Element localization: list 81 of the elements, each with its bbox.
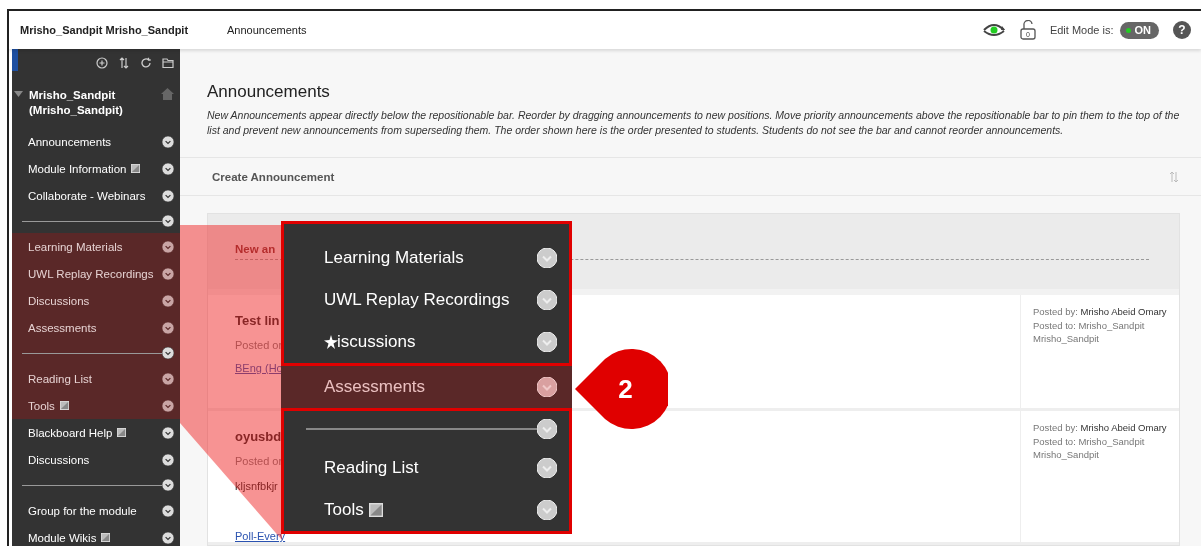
posted-on-text: Posted or (235, 339, 283, 351)
sidebar-link[interactable]: Assessments (28, 321, 97, 334)
sidebar-item[interactable]: Module Wikis (12, 524, 180, 546)
chevron-icon[interactable] (162, 399, 174, 412)
sidebar-item[interactable]: Assessments (12, 314, 180, 341)
sidebar-course-title[interactable]: Mrisho_Sandpit (Mrisho_Sandpit) (29, 88, 161, 118)
sidebar-item[interactable]: Collaborate - Webinars (12, 182, 180, 209)
sidebar-item[interactable]: Learning Materials (12, 233, 180, 260)
chevron-icon[interactable] (162, 267, 174, 280)
page-description: New Announcements appear directly below the repositionable bar. Reorder by dragging announcements to new positions. Move priority announcements above the repositionable bar to pin them to the top of the list and prevent new announcements from superseding them. The order shown here is the order presented to students. Students do not see the bar and cannot reorder announcements. (207, 108, 1181, 138)
sidebar-link[interactable]: Collaborate - Webinars (28, 189, 146, 202)
sidebar-link[interactable]: UWL Replay Recordings (28, 267, 154, 280)
sidebar-item[interactable]: Blackboard Help (12, 419, 180, 446)
chevron-icon[interactable] (162, 372, 174, 385)
posted-to-text: Posted to: Mrisho_Sandpit Mrisho_Sandpit (1033, 318, 1146, 346)
caret-icon[interactable] (14, 91, 23, 97)
chevron-icon[interactable] (162, 453, 174, 466)
sort-icon[interactable] (118, 57, 130, 69)
breadcrumb[interactable]: Announcements (227, 24, 982, 36)
step-badge: 2 (575, 347, 668, 431)
sidebar-item[interactable]: Reading List (12, 365, 180, 392)
menu-item[interactable]: Reading List (284, 446, 569, 489)
course-title[interactable]: Mrisho_Sandpit Mrisho_Sandpit (20, 24, 227, 36)
chevron-icon[interactable] (162, 531, 174, 544)
accent-bar (12, 49, 18, 71)
sidebar-link[interactable]: Learning Materials (28, 240, 123, 253)
create-announcement-button[interactable]: Create Announcement (212, 170, 1169, 183)
edit-mode-toggle[interactable]: ON (1119, 21, 1159, 39)
sidebar-link[interactable]: Module Information (28, 162, 127, 175)
sidebar-link[interactable]: Discussions (28, 294, 90, 307)
page-title: Announcements (207, 82, 331, 102)
chevron-icon[interactable] (162, 504, 174, 517)
menu-item[interactable]: iscussions (284, 321, 569, 364)
square-icon (368, 502, 383, 517)
chevron-icon[interactable] (162, 135, 174, 148)
menu-item[interactable]: Learning Materials (284, 237, 569, 280)
sidebar-item[interactable]: Discussions (12, 446, 180, 473)
posted-on-text: Posted or (235, 455, 283, 467)
sidebar-link[interactable]: Tools (28, 399, 55, 412)
sidebar-item[interactable]: Group for the module (12, 497, 180, 524)
square-icon (101, 533, 111, 542)
sidebar-item[interactable]: Module Information (12, 155, 180, 182)
bar-label: New an (235, 243, 277, 255)
chevron-icon[interactable] (162, 479, 174, 491)
announcement-link[interactable]: Poll-Every (235, 530, 286, 542)
sidebar-item[interactable]: Discussions (12, 287, 180, 314)
sidebar-link[interactable]: Reading List (28, 372, 92, 385)
sidebar-link[interactable]: Blackboard Help (28, 426, 113, 439)
posted-to-text: Posted to: Mrisho_Sandpit Mrisho_Sandpit (1033, 434, 1146, 462)
sidebar-item[interactable]: UWL Replay Recordings (12, 260, 180, 287)
announcement-body: kljsnfbkjr (235, 480, 278, 492)
square-icon (59, 401, 69, 410)
chevron-icon[interactable] (162, 321, 174, 334)
cursor-icon (324, 335, 338, 350)
eye-icon[interactable] (981, 22, 1006, 38)
sidebar-link[interactable]: Announcements (28, 135, 112, 148)
chevron-icon[interactable] (162, 240, 174, 253)
sidebar-item[interactable]: Tools (12, 392, 180, 419)
chevron-icon[interactable] (162, 294, 174, 307)
help-button[interactable]: ? (1173, 21, 1191, 39)
sidebar-item[interactable]: Announcements (12, 128, 180, 155)
chevron-icon[interactable] (162, 162, 174, 175)
posted-by-text: Posted by: Mrisho Abeid Omary (1033, 305, 1168, 319)
posted-by-text: Posted by: Mrisho Abeid Omary (1033, 421, 1168, 435)
menu-item[interactable]: Tools (284, 488, 569, 531)
add-icon[interactable] (96, 57, 108, 69)
chevron-icon[interactable] (162, 347, 174, 359)
refresh-icon[interactable] (140, 57, 152, 69)
edit-mode-label: Edit Mode is: (1049, 24, 1114, 36)
chevron-icon[interactable] (162, 189, 174, 202)
folder-icon[interactable] (162, 57, 174, 69)
chevron-icon[interactable] (162, 215, 174, 227)
chevron-icon[interactable] (162, 426, 174, 439)
sidebar-link[interactable]: Discussions (28, 453, 90, 466)
announcement-title: Test lin (235, 313, 280, 328)
sidebar-link[interactable]: Group for the module (28, 504, 137, 517)
announcement-title: oyusbd (235, 429, 282, 444)
menu-item[interactable]: Assessments (281, 363, 572, 411)
square-icon (117, 428, 127, 437)
sidebar-link[interactable]: Module Wikis (28, 531, 97, 544)
square-icon (131, 164, 141, 173)
